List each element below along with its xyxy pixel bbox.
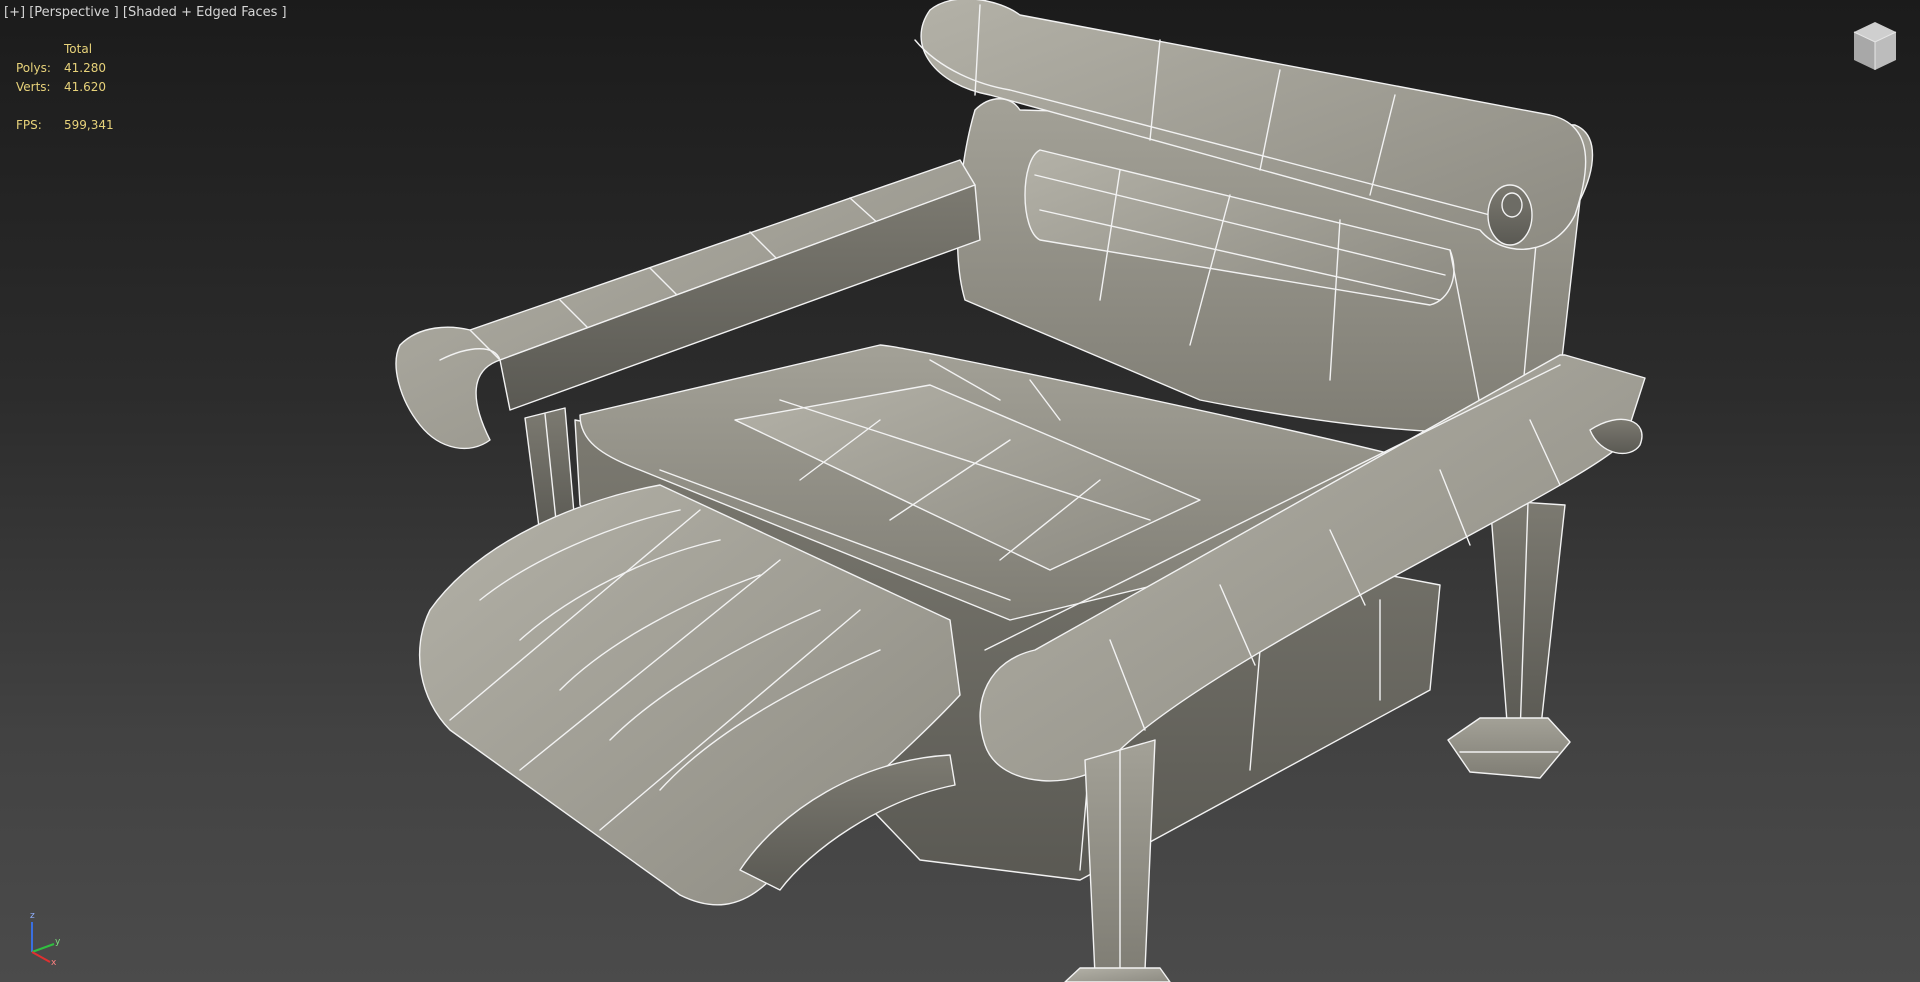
axis-tripod-icon: z y x (30, 911, 61, 966)
stats-header: Total (64, 42, 93, 56)
viewport-perspective[interactable]: [+] [Perspective ] [Shaded + Edged Faces… (0, 0, 1920, 982)
axis-x-label: x (51, 958, 57, 966)
verts-label: Verts: (16, 80, 51, 94)
viewport-label: [+] [Perspective ] [Shaded + Edged Faces… (4, 5, 287, 20)
viewport-menu-shading[interactable]: [Shaded + Edged Faces ] (123, 5, 287, 20)
scene-mesh[interactable] (0, 0, 1920, 982)
fps-label: FPS: (16, 118, 42, 132)
axis-z-label: z (30, 911, 35, 921)
polys-label: Polys: (16, 61, 51, 75)
fps-value: 599,341 (64, 118, 114, 132)
viewport-menu-view[interactable]: [Perspective ] (29, 5, 119, 20)
axis-y-label: y (55, 937, 61, 947)
viewport-menu-plus[interactable]: [+] (4, 5, 25, 20)
polys-value: 41.280 (64, 61, 106, 75)
viewcube-icon[interactable] (1850, 20, 1900, 75)
verts-value: 41.620 (64, 80, 106, 94)
mesh-back-right-leg (1447, 499, 1571, 779)
viewport-statistics: Total Polys: 41.280 Verts: 41.620 FPS: 599,… (16, 40, 114, 135)
